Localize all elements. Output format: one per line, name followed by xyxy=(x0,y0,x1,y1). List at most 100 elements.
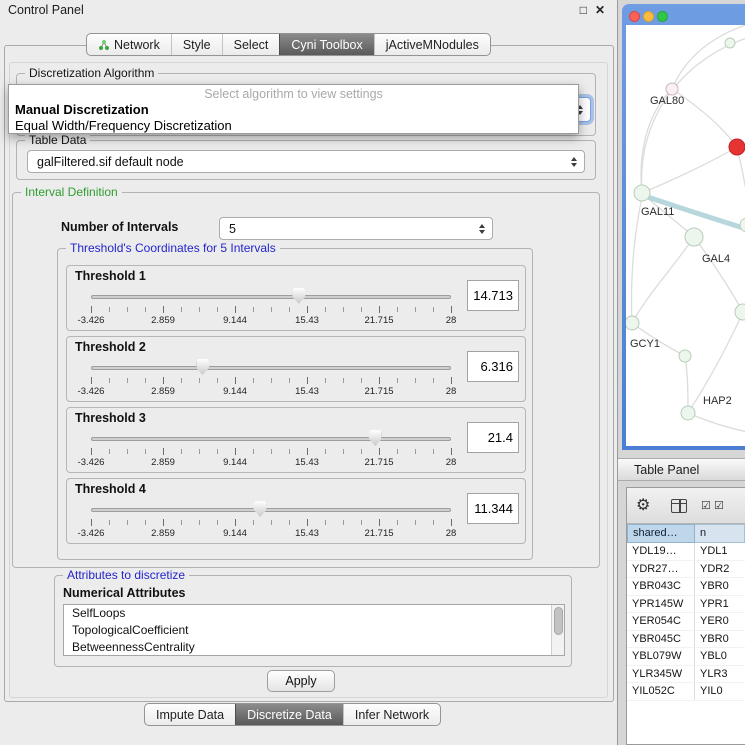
gene-node[interactable] xyxy=(735,304,745,320)
gear-icon[interactable]: ⚙ xyxy=(636,495,650,515)
tick-label: 15.43 xyxy=(295,457,319,468)
select-none-checkbox-icon[interactable]: ☑ xyxy=(714,499,724,512)
float-window-icon[interactable]: □ xyxy=(580,3,587,17)
slider-track[interactable] xyxy=(91,508,451,512)
threshold-2-value-field[interactable]: 6.316 xyxy=(467,351,519,382)
close-icon[interactable]: ✕ xyxy=(595,3,605,17)
table-row[interactable]: YBL079WYBL0 xyxy=(627,648,745,666)
tab-select[interactable]: Select xyxy=(222,34,280,55)
tab-infer-network[interactable]: Infer Network xyxy=(343,704,440,725)
table-row[interactable]: YIL052CYIL0 xyxy=(627,683,745,701)
tab-jactivemnodules[interactable]: jActiveMNodules xyxy=(374,34,490,55)
numerical-attributes-list: SelfLoops TopologicalCoefficient Between… xyxy=(63,604,565,656)
tick-label: 2.859 xyxy=(151,315,175,326)
tab-discretize-data[interactable]: Discretize Data xyxy=(235,704,343,725)
tick-label: 28 xyxy=(446,386,457,397)
table-row[interactable]: YDR27…YDR2 xyxy=(627,561,745,579)
selected-gene-node[interactable] xyxy=(729,139,745,155)
network-graph: GAL80 G GAL11 GAL4 GCY1 H HAP2 xyxy=(626,25,745,446)
tab-network[interactable]: Network xyxy=(87,34,171,55)
tick-label: 28 xyxy=(446,315,457,326)
threshold-2-slider[interactable]: -3.426 2.859 9.144 15.43 21.715 28 xyxy=(91,359,451,399)
gene-node[interactable] xyxy=(634,185,650,201)
slider-thumb[interactable] xyxy=(369,430,382,446)
slider-minor-ticks xyxy=(91,307,451,312)
gene-node[interactable] xyxy=(681,406,695,420)
table-row[interactable]: YPR145WYPR1 xyxy=(627,596,745,614)
tab-style[interactable]: Style xyxy=(171,34,222,55)
table-header-row: shared… n xyxy=(627,524,745,543)
table-data-combobox[interactable]: galFiltered.sif default node xyxy=(27,150,585,173)
threshold-3-value-field[interactable]: 21.4 xyxy=(467,422,519,453)
column-header-name[interactable]: n xyxy=(695,524,745,543)
slider-thumb[interactable] xyxy=(196,359,209,375)
columns-icon[interactable] xyxy=(671,499,687,513)
network-view-window[interactable]: GAL80 G GAL11 GAL4 GCY1 H HAP2 xyxy=(622,4,745,450)
number-of-intervals-combobox[interactable]: 5 xyxy=(219,217,493,240)
threshold-1-value-field[interactable]: 14.713 xyxy=(467,280,519,311)
threshold-4-panel: Threshold 4 -3.426 2.859 9.144 15.43 21.… xyxy=(66,478,526,544)
window-title: Control Panel xyxy=(8,3,84,17)
screen: Control Panel □ ✕ Network Style Select C… xyxy=(0,0,745,745)
numerical-attributes-label: Numerical Attributes xyxy=(63,586,185,600)
control-panel-titlebar[interactable]: Control Panel □ ✕ xyxy=(0,0,617,20)
tab-cyni-toolbox[interactable]: Cyni Toolbox xyxy=(279,34,373,55)
list-scrollbar[interactable] xyxy=(551,605,564,655)
slider-thumb[interactable] xyxy=(254,501,267,517)
tab-impute-data[interactable]: Impute Data xyxy=(145,704,235,725)
slider-thumb[interactable] xyxy=(292,288,305,304)
tick-label: -3.426 xyxy=(78,528,105,539)
interval-definition-title: Interval Definition xyxy=(21,185,122,199)
table-row[interactable]: YDL19…YDL1 xyxy=(627,543,745,561)
node-label: GAL11 xyxy=(641,206,674,218)
control-panel-window: Control Panel □ ✕ Network Style Select C… xyxy=(0,0,618,745)
threshold-1-slider[interactable]: -3.426 2.859 9.144 15.43 21.715 28 xyxy=(91,288,451,328)
list-item[interactable]: TopologicalCoefficient xyxy=(64,622,564,639)
table-row[interactable]: YLR345WYLR3 xyxy=(627,666,745,684)
dropdown-placeholder-option[interactable]: Select algorithm to view settings xyxy=(9,87,578,102)
bottom-tab-strip: Impute Data Discretize Data Infer Networ… xyxy=(144,703,441,726)
scrollbar-thumb[interactable] xyxy=(554,607,563,635)
column-header-shared-name[interactable]: shared… xyxy=(627,524,695,543)
gene-node[interactable] xyxy=(740,218,745,232)
minimize-traffic-light-icon[interactable] xyxy=(643,11,654,22)
slider-minor-ticks xyxy=(91,449,451,454)
tick-label: 2.859 xyxy=(151,528,175,539)
zoom-traffic-light-icon[interactable] xyxy=(657,11,668,22)
threshold-3-label: Threshold 3 xyxy=(75,411,146,425)
slider-minor-ticks xyxy=(91,520,451,525)
dropdown-option-manual-discretization[interactable]: Manual Discretization xyxy=(9,102,578,118)
gene-node[interactable] xyxy=(626,316,639,330)
table-panel-header[interactable]: Table Panel xyxy=(618,458,745,481)
gene-node[interactable] xyxy=(666,83,678,95)
select-all-checkbox-icon[interactable]: ☑ xyxy=(701,499,711,512)
close-traffic-light-icon[interactable] xyxy=(629,11,640,22)
gene-node[interactable] xyxy=(679,350,691,362)
gene-node[interactable] xyxy=(685,228,703,246)
gene-node[interactable] xyxy=(725,38,735,48)
threshold-4-slider[interactable]: -3.426 2.859 9.144 15.43 21.715 28 xyxy=(91,501,451,541)
tick-label: 9.144 xyxy=(223,528,247,539)
table-row[interactable]: YBR043CYBR0 xyxy=(627,578,745,596)
slider-track[interactable] xyxy=(91,437,451,441)
top-tab-strip: Network Style Select Cyni Toolbox jActiv… xyxy=(86,33,491,56)
dropdown-option-equal-width-frequency[interactable]: Equal Width/Frequency Discretization xyxy=(9,118,578,134)
apply-button[interactable]: Apply xyxy=(267,670,335,692)
tick-label: 21.715 xyxy=(364,386,393,397)
list-item[interactable]: BetweennessCentrality xyxy=(64,639,564,656)
list-item[interactable]: SelfLoops xyxy=(64,605,564,622)
tick-label: 2.859 xyxy=(151,457,175,468)
slider-track[interactable] xyxy=(91,366,451,370)
tick-label: 28 xyxy=(446,457,457,468)
table-row[interactable]: YER054CYER0 xyxy=(627,613,745,631)
threshold-3-slider[interactable]: -3.426 2.859 9.144 15.43 21.715 28 xyxy=(91,430,451,470)
number-of-intervals-label: Number of Intervals xyxy=(61,220,178,234)
tick-label: 21.715 xyxy=(364,457,393,468)
network-canvas[interactable]: GAL80 G GAL11 GAL4 GCY1 H HAP2 xyxy=(626,25,745,446)
threshold-4-value-field[interactable]: 11.344 xyxy=(467,493,519,524)
table-row[interactable]: YBR045CYBR0 xyxy=(627,631,745,649)
slider-track[interactable] xyxy=(91,295,451,299)
tick-label: 9.144 xyxy=(223,457,247,468)
tab-label: Network xyxy=(114,38,160,52)
tick-label: 15.43 xyxy=(295,528,319,539)
